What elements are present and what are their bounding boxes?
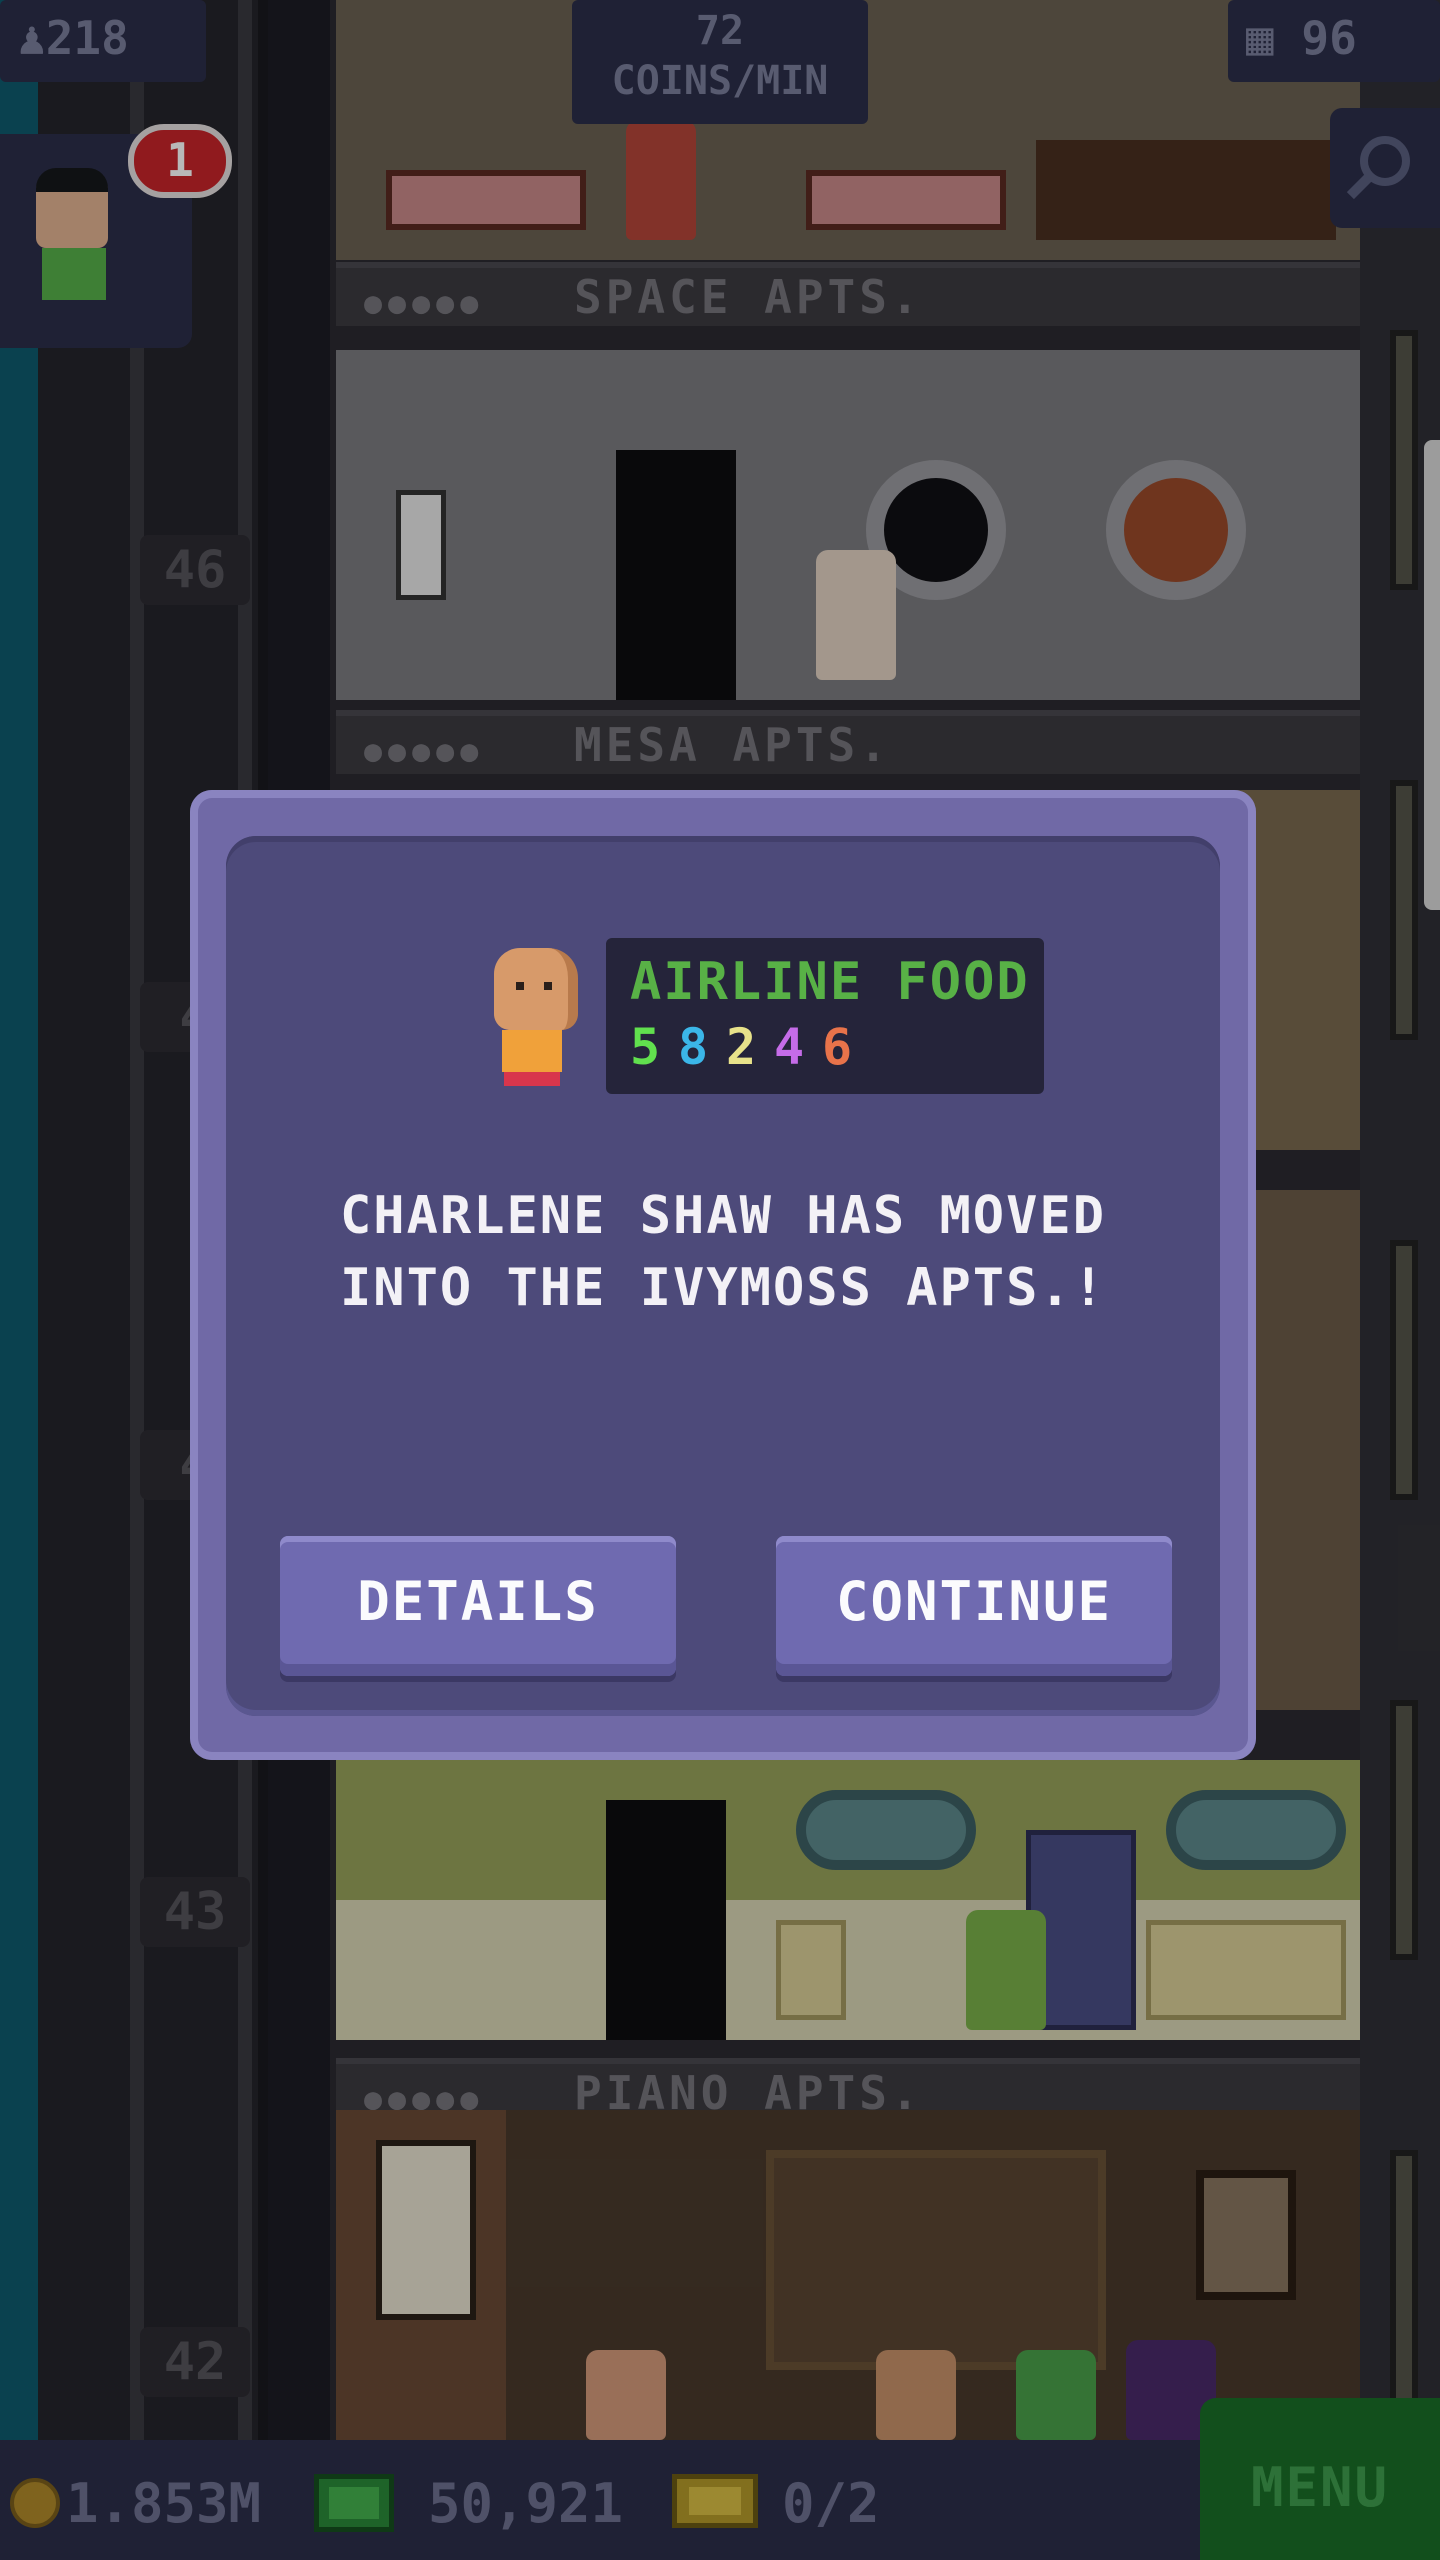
search-button[interactable] xyxy=(1330,108,1440,228)
skill-service: 8 xyxy=(678,1018,709,1076)
details-button[interactable]: DETAILS xyxy=(280,1536,676,1676)
skill-food: 5 xyxy=(630,1018,661,1076)
dining-table xyxy=(386,170,586,230)
bux-icon xyxy=(314,2474,394,2532)
menu-button[interactable]: MENU xyxy=(1200,2398,1440,2560)
occupancy-icons: ●●●●● xyxy=(364,286,485,321)
population-value: 218 xyxy=(45,11,129,65)
population-icon: ♟ xyxy=(18,11,46,65)
cabinet xyxy=(776,1920,846,2020)
oval-window xyxy=(796,1790,976,1870)
floor-number: 42 xyxy=(140,2327,250,2397)
bitizen-sprite[interactable] xyxy=(876,2350,956,2440)
side-window xyxy=(1390,330,1418,590)
bitizen-sprite[interactable] xyxy=(966,1910,1046,2030)
skill-retail: 4 xyxy=(774,1018,805,1076)
floor-number: 46 xyxy=(140,535,250,605)
floor-counter[interactable]: ▦ 96 xyxy=(1228,0,1440,82)
floor-label: ●●●●● SPACE APTS. xyxy=(336,262,1360,326)
coins-per-min-panel: 72 COINS/MIN xyxy=(572,0,868,124)
scrollbar[interactable] xyxy=(1424,440,1440,910)
coins-per-min-label: COINS/MIN xyxy=(611,58,829,104)
portrait-eye xyxy=(516,982,524,990)
dream-job: AIRLINE FOOD xyxy=(630,952,1030,1012)
portrait-eye xyxy=(544,982,552,990)
bitizen-sprite[interactable] xyxy=(626,120,696,240)
population-counter[interactable]: ♟218 xyxy=(0,0,206,82)
oval-window xyxy=(1166,1790,1346,1870)
coins-value[interactable]: 1.853M xyxy=(66,2474,261,2534)
notification-badge[interactable]: 1 xyxy=(128,124,232,198)
dialog-panel: AIRLINE FOOD 58246 CHARLENE SHAW HAS MOV… xyxy=(226,836,1220,1716)
side-window xyxy=(1390,2150,1418,2410)
ticket-icon xyxy=(672,2474,758,2528)
floor-number: 43 xyxy=(140,1877,250,1947)
occupancy-icons: ●●●●● xyxy=(364,734,485,769)
floors-icon: ▦ xyxy=(1246,11,1274,65)
portrait-torso xyxy=(502,1030,562,1072)
floor-label: ●●●●● MESA APTS. xyxy=(336,710,1360,774)
bux-value[interactable]: 50,921 xyxy=(428,2474,623,2534)
portrait-head xyxy=(494,948,578,1030)
apartment-door xyxy=(606,1800,726,2040)
tall-window xyxy=(376,2140,476,2320)
bitizen-sprite[interactable] xyxy=(816,550,896,680)
message-line-2: INTO THE IVYMOSS APTS.! xyxy=(339,1258,1107,1318)
sky-strip xyxy=(0,0,38,2440)
tickets-value[interactable]: 0/2 xyxy=(782,2474,880,2534)
wall-painting xyxy=(1196,2170,1296,2300)
control-panel xyxy=(396,490,446,600)
apartment-door xyxy=(616,450,736,700)
counter xyxy=(1036,140,1336,240)
elevator-rail xyxy=(130,0,144,2440)
bitizen-sprite[interactable] xyxy=(586,2350,666,2440)
bitizen-info-box: AIRLINE FOOD 58246 xyxy=(606,938,1044,1094)
coins-per-min-value: 72 xyxy=(695,8,745,54)
message-line-1: CHARLENE SHAW HAS MOVED xyxy=(339,1186,1107,1246)
room-kitchen[interactable] xyxy=(336,1760,1360,2040)
visitor-avatar-head xyxy=(36,168,108,248)
bitizen-sprite[interactable] xyxy=(1016,2350,1096,2440)
move-in-message: CHARLENE SHAW HAS MOVED INTO THE IVYMOSS… xyxy=(266,1180,1180,1324)
cabinet xyxy=(1146,1920,1346,2020)
floors-value: 96 xyxy=(1301,11,1357,65)
skill-creative: 6 xyxy=(822,1018,853,1076)
room-piano-apts[interactable] xyxy=(336,2110,1360,2440)
search-icon-handle xyxy=(1346,170,1376,200)
move-in-dialog: AIRLINE FOOD 58246 CHARLENE SHAW HAS MOV… xyxy=(190,790,1256,1760)
side-window xyxy=(1390,780,1418,1040)
dining-table xyxy=(806,170,1006,230)
visitor-avatar-body xyxy=(42,248,106,300)
bitizen-portrait xyxy=(482,948,592,1088)
side-window xyxy=(1390,1240,1418,1500)
room-space-apts[interactable] xyxy=(336,350,1360,700)
continue-button[interactable]: CONTINUE xyxy=(776,1536,1172,1676)
side-window xyxy=(1390,1700,1418,1960)
skill-levels: 58246 xyxy=(630,1018,870,1076)
skill-recreation: 2 xyxy=(726,1018,757,1076)
porthole-window xyxy=(1106,460,1246,600)
coin-icon xyxy=(10,2478,60,2528)
portrait-legs xyxy=(504,1072,560,1086)
fireplace xyxy=(766,2150,1106,2370)
